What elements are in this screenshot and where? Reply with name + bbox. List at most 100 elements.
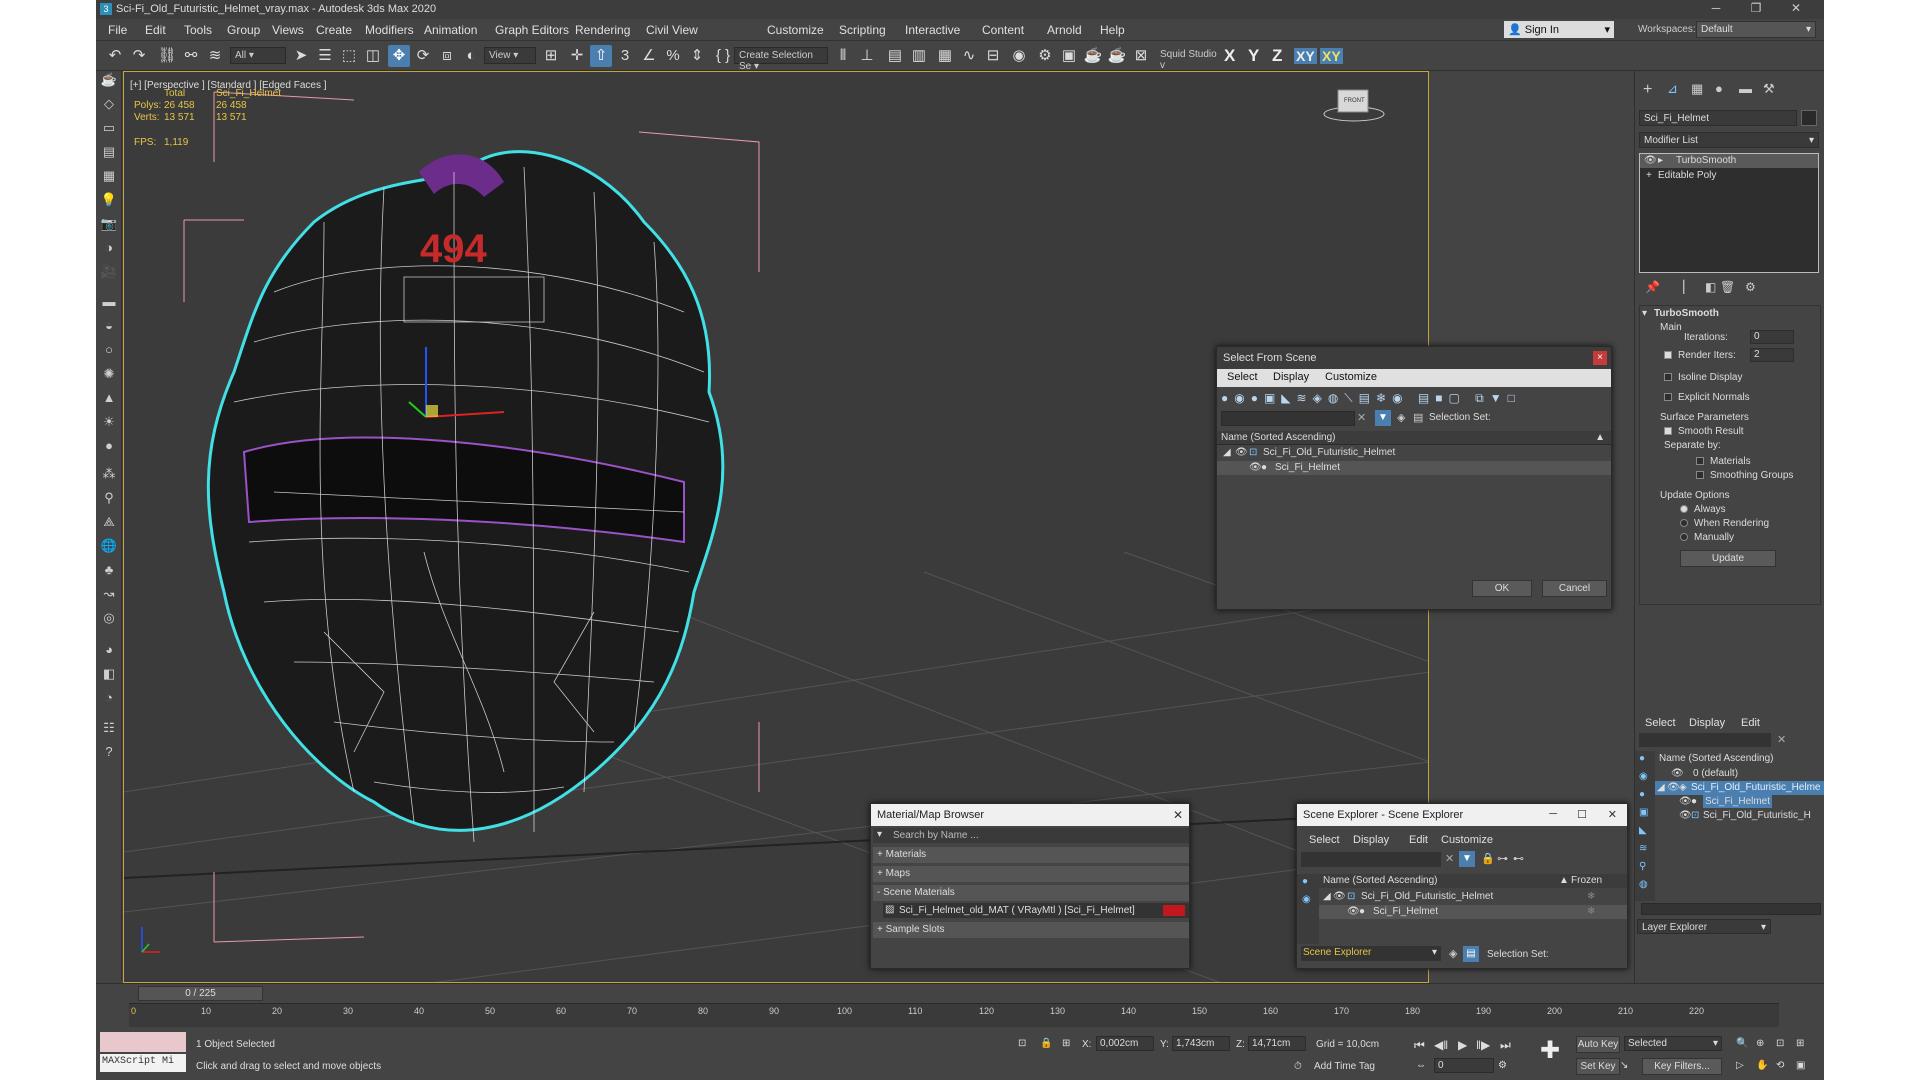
axis-xy-cycle-button[interactable]: XY <box>1320 48 1343 64</box>
sort-by-layer-icon[interactable]: ◉ <box>1302 894 1311 905</box>
column-name-label[interactable]: Name (Sorted Ascending) <box>1659 753 1774 764</box>
help-icon[interactable]: ? <box>100 743 118 761</box>
rollout-title[interactable]: TurboSmooth <box>1654 308 1719 319</box>
select-move-icon[interactable]: ✥ <box>388 45 410 67</box>
clear-search-icon[interactable]: ✕ <box>1357 411 1366 424</box>
hedra-icon[interactable]: ✺ <box>100 365 118 383</box>
group-materials[interactable]: + Materials <box>873 847 1189 863</box>
minimize-icon[interactable]: ─ <box>1549 808 1557 820</box>
goto-end-icon[interactable]: ⏭ <box>1500 1038 1511 1053</box>
menu-arnold[interactable]: Arnold <box>1047 23 1082 37</box>
x-coord-field[interactable]: 0,002cm <box>1096 1036 1154 1051</box>
tab-customize[interactable]: Customize <box>1441 834 1493 846</box>
absolute-mode-icon[interactable]: ⊞ <box>1062 1038 1070 1049</box>
freeze-icon[interactable]: ❄ <box>1587 891 1595 902</box>
menu-tools[interactable]: Tools <box>184 23 212 37</box>
goto-start-icon[interactable]: ⏮ <box>1414 1038 1425 1053</box>
iterations-spinner[interactable]: 0 <box>1750 330 1794 344</box>
group-maps[interactable]: + Maps <box>873 866 1189 882</box>
key-filters-button[interactable]: Key Filters... <box>1642 1058 1722 1075</box>
plane-icon[interactable]: ▭ <box>100 119 118 137</box>
geometry-filter-icon[interactable]: ● <box>1639 789 1645 800</box>
update-button[interactable]: Update <box>1680 550 1776 567</box>
list-item[interactable]: 👁 0 (default) <box>1655 767 1824 781</box>
rollout-collapse-icon[interactable]: ▾ <box>1642 308 1647 319</box>
search-input[interactable] <box>1301 852 1441 867</box>
explorer-name-select[interactable]: Scene Explorer ▾ <box>1301 946 1441 961</box>
tab-select[interactable]: Select <box>1227 371 1258 383</box>
render-grid-icon[interactable]: ⊠ <box>1130 45 1152 67</box>
create-tab-icon[interactable]: + <box>1643 81 1652 99</box>
gold-sphere-icon[interactable]: ● <box>100 437 118 455</box>
cancel-button[interactable]: Cancel <box>1542 580 1607 597</box>
sphere-blue-icon[interactable]: ◕ <box>100 641 118 659</box>
mirror-icon[interactable]: ⫴ <box>832 45 854 67</box>
key-mode-select[interactable]: Selected ▾ <box>1624 1036 1722 1051</box>
column-header[interactable]: Name (Sorted Ascending) ▲ Frozen <box>1319 874 1627 888</box>
material-icon[interactable]: ◧ <box>100 665 118 683</box>
bones-icon[interactable]: ⚲ <box>100 489 118 507</box>
isoline-checkbox[interactable] <box>1664 372 1677 383</box>
helper-filter-icon[interactable]: ◣ <box>1639 825 1647 836</box>
sphere-icon[interactable]: ○ <box>100 341 118 359</box>
modifier-list-select[interactable]: Modifier List ▾ <box>1639 132 1819 148</box>
show-end-result-icon[interactable]: ▕ <box>1675 280 1684 294</box>
axis-y-button[interactable]: Y <box>1248 46 1259 66</box>
maximize-icon[interactable]: ☐ <box>1577 808 1587 821</box>
track-bar[interactable]: 0 10 20 30 40 50 60 70 80 90 100 110 120… <box>129 1003 1779 1027</box>
maximize-icon[interactable]: ❐ <box>1736 1 1776 18</box>
tab-edit[interactable]: Edit <box>1741 717 1760 729</box>
bind-spacewarp-icon[interactable]: ≋ <box>204 45 226 67</box>
display-tab-icon[interactable]: ▬ <box>1739 81 1752 96</box>
list-item[interactable]: ◢ 👁 ◈ Sci_Fi_Old_Futuristic_Helme <box>1655 781 1824 795</box>
cone-icon[interactable]: ▲ <box>100 389 118 407</box>
pivot-center-icon[interactable]: ⊞ <box>540 45 562 67</box>
pan-icon[interactable]: ✋ <box>1756 1060 1768 1071</box>
menu-customize[interactable]: Customize <box>767 23 824 37</box>
maxscript-listener-upper[interactable] <box>100 1032 186 1052</box>
clear-search-icon[interactable]: ✕ <box>1445 852 1454 865</box>
menu-animation[interactable]: Animation <box>424 23 477 37</box>
orbit-icon[interactable]: ⟲ <box>1776 1060 1784 1071</box>
next-frame-icon[interactable]: ‖▶ <box>1476 1038 1490 1052</box>
layer-explorer-toggle-icon[interactable]: ▥ <box>908 45 930 67</box>
freeze-icon[interactable]: ❄ <box>1587 906 1595 917</box>
shapes-icon[interactable]: ▤ <box>100 143 118 161</box>
material-editor-icon[interactable]: ◉ <box>1008 45 1030 67</box>
grid-icon[interactable]: ▦ <box>100 167 118 185</box>
minimize-icon[interactable]: ─ <box>1696 1 1736 18</box>
visibility-icon[interactable]: 👁 <box>1679 810 1692 821</box>
zoom-icon[interactable]: 🔍 <box>1736 1038 1748 1049</box>
menu-create[interactable]: Create <box>316 23 352 37</box>
selection-set-icon[interactable]: ▤ <box>1413 411 1423 424</box>
search-input[interactable] <box>1639 733 1771 747</box>
expand-icon[interactable]: ◢ <box>1323 891 1331 902</box>
add-time-tag[interactable]: Add Time Tag <box>1314 1061 1375 1072</box>
undo-icon[interactable]: ↶ <box>104 45 126 67</box>
menu-civil-view[interactable]: Civil View <box>646 23 698 37</box>
current-frame-field[interactable]: 0 <box>1434 1058 1494 1073</box>
viewcube-face-label[interactable]: FRONT <box>1344 98 1365 104</box>
when-rendering-radio[interactable] <box>1680 518 1693 529</box>
ok-button[interactable]: OK <box>1472 580 1532 597</box>
expand-icon[interactable]: ◢ <box>1657 782 1665 793</box>
zoom-all-icon[interactable]: ⊕ <box>1756 1038 1764 1049</box>
isolate-icon[interactable]: ⊡ <box>1018 1038 1026 1049</box>
list-item[interactable]: 👁 ● Sci_Fi_Helmet <box>1655 795 1824 809</box>
curve-editor-icon[interactable]: ∿ <box>958 45 980 67</box>
stack-item[interactable]: 👁 ▸ TurboSmooth <box>1640 154 1818 168</box>
search-input[interactable]: ▾ Search by Name ... <box>873 828 1189 843</box>
box-icon[interactable]: ◇ <box>100 95 118 113</box>
sort-by-hierarchy-icon[interactable]: ● <box>1639 753 1645 764</box>
pin-stack-icon[interactable]: 📌 <box>1645 280 1660 294</box>
smoothing-groups-checkbox[interactable] <box>1696 470 1709 481</box>
list-icon[interactable]: ☷ <box>100 719 118 737</box>
tab-select[interactable]: Select <box>1645 717 1676 729</box>
object-name-field[interactable]: Sci_Fi_Helmet <box>1639 110 1797 126</box>
render-iters-spinner[interactable]: 2 <box>1750 348 1794 362</box>
camera-icon[interactable]: 📷 <box>100 215 118 233</box>
render-production-icon[interactable]: ☕ <box>1082 45 1104 67</box>
select-by-name-icon[interactable]: ☰ <box>314 45 336 67</box>
snaps-toggle-icon[interactable]: 3 <box>614 45 636 67</box>
zoom-extents-all-icon[interactable]: ⊞ <box>1796 1038 1804 1049</box>
